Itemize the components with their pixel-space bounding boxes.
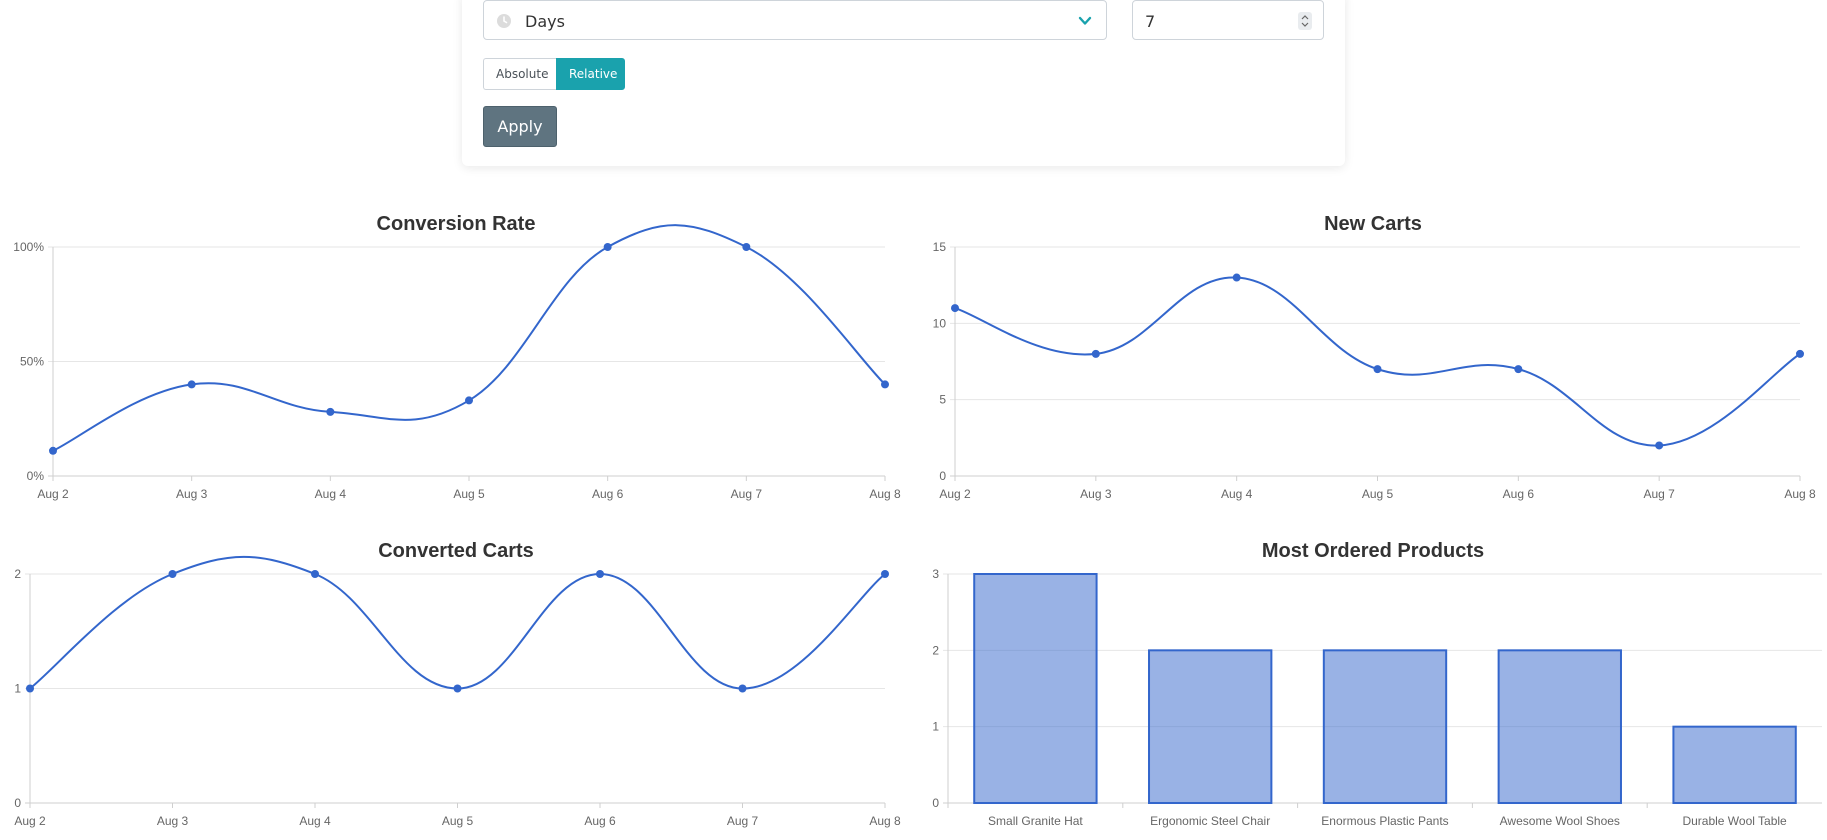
x-tick-label: Aug 5 <box>1362 487 1394 501</box>
x-tick-label: Aug 7 <box>731 487 763 501</box>
data-point <box>168 570 177 578</box>
chart-1: Conversion Rate 0% 50% 100% Aug 2 Aug 3 Aug 4 A… <box>13 213 901 501</box>
chart-4: Most Ordered Products 0 1 2 3 Small Granite H… <box>932 540 1822 828</box>
charts-area: Conversion Rate 0% 50% 100% Aug 2 Aug 3 Aug 4 A… <box>13 213 1822 828</box>
y-tick-label: 2 <box>932 643 939 657</box>
data-point <box>49 446 57 455</box>
x-tick-label: Aug 6 <box>592 487 624 501</box>
bar <box>1148 649 1273 804</box>
data-point <box>187 380 196 389</box>
y-tick-label: 0 <box>932 796 939 810</box>
data-point <box>738 684 747 693</box>
data-point <box>311 570 319 578</box>
series-line <box>52 224 886 452</box>
x-tick-label: Durable Wool Table <box>1682 814 1787 828</box>
y-tick-label: 3 <box>932 567 939 581</box>
series-line <box>29 555 886 690</box>
x-tick-label: Aug 3 <box>1080 487 1112 501</box>
x-tick-label: Aug 4 <box>299 814 331 828</box>
x-tick-label: Aug 8 <box>1784 487 1816 501</box>
bar <box>1497 649 1622 804</box>
y-tick-label: 0 <box>939 469 946 483</box>
y-tick-label: 100% <box>13 240 44 254</box>
data-point <box>881 380 889 389</box>
y-tick-label: 1 <box>932 720 939 734</box>
x-tick-label: Small Granite Hat <box>988 814 1083 828</box>
chart-3: Converted Carts 0 1 2 Aug 2 Aug 3 Aug 4 Aug 5 Au… <box>14 540 901 828</box>
y-tick-label: 5 <box>939 393 946 407</box>
x-tick-label: Aug 2 <box>14 814 46 828</box>
bar <box>973 573 1098 804</box>
data-point <box>951 304 959 313</box>
x-tick-label: Aug 4 <box>1221 487 1253 501</box>
y-tick-label: 0% <box>27 469 45 483</box>
x-tick-label: Ergonomic Steel Chair <box>1150 814 1270 828</box>
data-point <box>1796 349 1804 358</box>
x-tick-label: Aug 5 <box>453 487 485 501</box>
y-tick-label: 50% <box>20 355 44 369</box>
x-tick-label: Awesome Wool Shoes <box>1500 814 1620 828</box>
data-point <box>1655 441 1664 450</box>
data-point <box>881 570 889 578</box>
chart-title: Converted Carts <box>378 540 534 562</box>
chart-title: Most Ordered Products <box>1262 540 1484 562</box>
x-tick-label: Aug 6 <box>584 814 616 828</box>
x-tick-label: Aug 2 <box>939 487 971 501</box>
bar <box>1322 649 1448 804</box>
bar <box>1672 725 1797 805</box>
x-tick-label: Aug 2 <box>37 487 69 501</box>
x-tick-label: Enormous Plastic Pants <box>1321 814 1448 828</box>
x-tick-label: Aug 7 <box>1643 487 1675 501</box>
data-point <box>1373 365 1382 374</box>
data-point <box>465 396 473 405</box>
data-point <box>1514 365 1523 374</box>
y-tick-label: 10 <box>933 316 947 330</box>
x-tick-label: Aug 8 <box>869 487 901 501</box>
x-tick-label: Aug 7 <box>727 814 759 828</box>
chart-title: New Carts <box>1324 213 1422 235</box>
chart-title: Conversion Rate <box>377 213 536 235</box>
data-point <box>1232 273 1241 282</box>
series-line <box>954 276 1801 447</box>
x-tick-label: Aug 3 <box>157 814 189 828</box>
x-tick-label: Aug 4 <box>315 487 347 501</box>
data-point <box>326 407 335 416</box>
y-tick-label: 1 <box>14 682 21 696</box>
x-tick-label: Aug 8 <box>869 814 901 828</box>
data-point <box>453 684 462 693</box>
x-tick-label: Aug 5 <box>442 814 474 828</box>
x-tick-label: Aug 3 <box>176 487 208 501</box>
data-point <box>603 243 612 251</box>
data-point <box>1091 349 1100 358</box>
chart-2: New Carts 0 5 10 15 Aug 2 Aug 3 Aug 4 Aug 5 Aug 6… <box>933 213 1816 501</box>
data-point <box>26 684 34 693</box>
y-tick-label: 15 <box>933 240 947 254</box>
y-tick-label: 2 <box>14 567 21 581</box>
x-tick-label: Aug 6 <box>1503 487 1535 501</box>
y-tick-label: 0 <box>14 796 21 810</box>
data-point <box>596 570 604 578</box>
data-point <box>742 243 751 251</box>
